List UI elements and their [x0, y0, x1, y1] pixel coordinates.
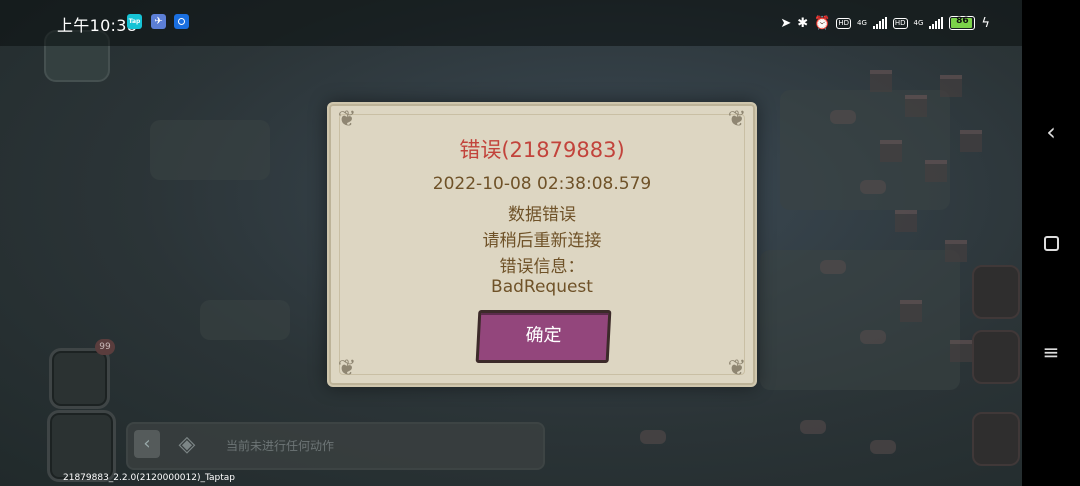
back-icon[interactable]: ‹: [1022, 112, 1080, 152]
ticker-logo-icon: ◈: [178, 432, 196, 457]
chat-button[interactable]: [49, 348, 110, 409]
corner-ornament-icon: ❦: [727, 107, 747, 132]
corner-ornament-icon: ❦: [337, 107, 357, 132]
error-message: 数据错误: [508, 205, 576, 225]
hd-icon: HD: [836, 17, 851, 29]
status-bar: 上午10:38 Tap ✈ ➤ ✱ ⏰ HD 4G HD 4G 86 ϟ: [0, 0, 1022, 46]
side-button-3[interactable]: [972, 412, 1020, 466]
error-detail: BadRequest: [491, 277, 593, 297]
location-icon: ➤: [780, 15, 792, 31]
paper-plane-icon: ✈: [151, 14, 166, 29]
network-type-label-2: 4G: [913, 19, 924, 27]
battery-level: 86: [956, 16, 969, 26]
ticker-collapse-button[interactable]: ‹: [134, 430, 160, 458]
signal-icon: [872, 17, 887, 29]
ticker-text: 当前未进行任何动作: [226, 439, 335, 453]
hd-icon-2: HD: [892, 17, 908, 29]
circle-app-icon: [174, 14, 189, 29]
error-info-label: 错误信息：: [499, 257, 585, 277]
error-dialog: ❦ ❦ ❦ ❦ 错误(21879883) 2022-10-08 02:38:08…: [327, 102, 757, 387]
side-button-1[interactable]: [972, 265, 1020, 319]
system-icons: ➤ ✱ ⏰ HD 4G HD 4G 86 ϟ: [780, 13, 990, 33]
error-instruction: 请稍后重新连接: [482, 231, 602, 251]
taptap-icon: Tap: [127, 14, 142, 29]
charging-icon: ϟ: [981, 15, 990, 31]
chat-badge: 99: [95, 339, 115, 355]
activity-ticker: ‹ ◈ 当前未进行任何动作: [126, 422, 545, 470]
status-time: 上午10:38: [57, 16, 138, 35]
build-info: 21879883_2.2.0(2120000012)_Taptap: [63, 473, 235, 483]
dialog-title: 错误(21879883): [459, 138, 625, 162]
home-building-button[interactable]: [47, 410, 116, 482]
signal-icon-2: [929, 17, 944, 29]
error-timestamp: 2022-10-08 02:38:08.579: [432, 174, 652, 194]
battery-icon: 86: [949, 16, 976, 30]
menu-icon[interactable]: ≡: [1022, 332, 1080, 372]
side-button-2[interactable]: [972, 330, 1020, 384]
confirm-button[interactable]: 确定: [475, 310, 612, 363]
network-type-label: 4G: [856, 19, 867, 27]
corner-ornament-icon: ❦: [727, 356, 747, 381]
home-icon[interactable]: [1022, 222, 1080, 262]
alarm-icon: ⏰: [814, 15, 831, 31]
navigation-bar: ‹ ≡: [1022, 0, 1080, 486]
corner-ornament-icon: ❦: [337, 356, 357, 381]
bluetooth-icon: ✱: [797, 15, 809, 31]
